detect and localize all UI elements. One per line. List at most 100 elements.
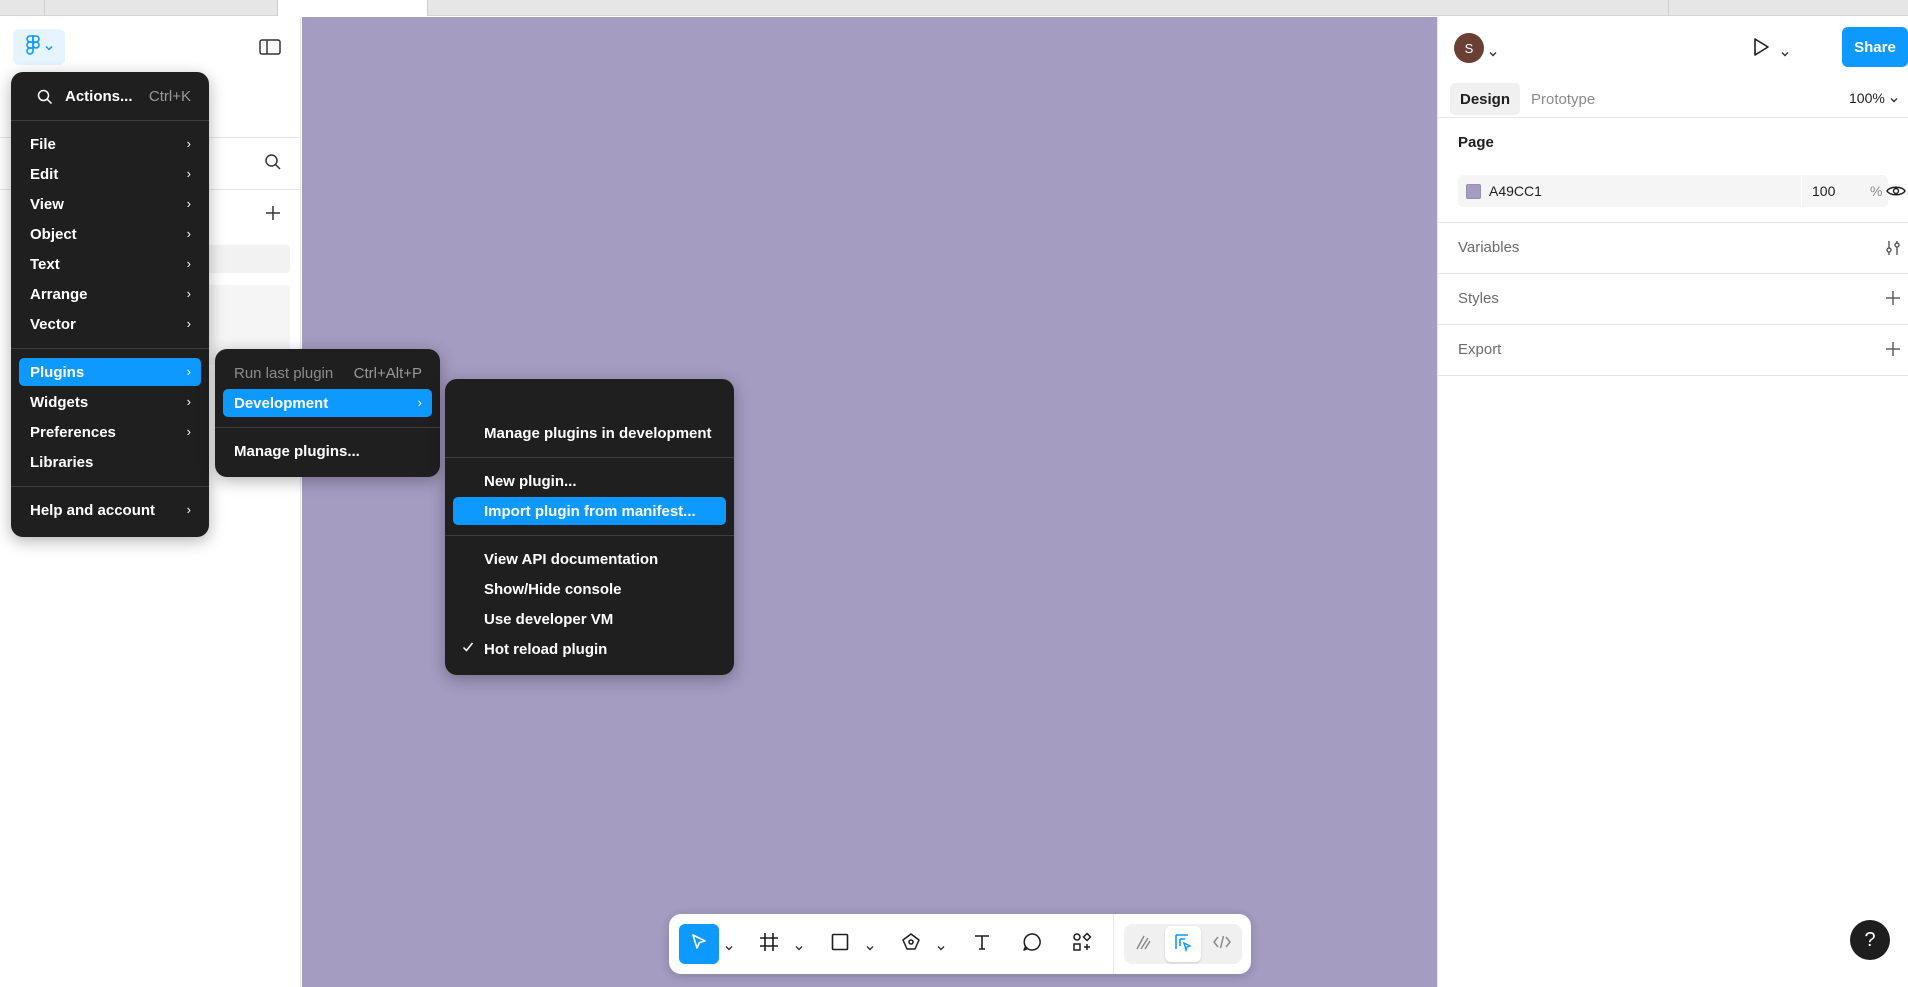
- menu-separator: [11, 486, 209, 487]
- menu-item-label: Preferences: [30, 423, 116, 441]
- tab-prototype[interactable]: Prototype: [1521, 83, 1605, 115]
- menu-item-label: Import plugin from manifest...: [484, 502, 696, 520]
- properties-panel: S Share Design Prototype 100% Page A49CC…: [1437, 17, 1908, 987]
- menu-item-run-last-plugin[interactable]: Run last plugin Ctrl+Alt+P: [223, 359, 432, 387]
- tab-divider: [1668, 0, 1669, 16]
- actions-search-item[interactable]: Actions... Ctrl+K: [19, 82, 201, 112]
- chevron-down-icon[interactable]: [1489, 44, 1497, 62]
- divider: [1438, 273, 1908, 274]
- menu-item-label: Hot reload plugin: [484, 640, 608, 658]
- search-icon[interactable]: [264, 153, 282, 176]
- menu-item-hot-reload[interactable]: Hot reload plugin: [453, 635, 726, 663]
- menu-item-label: Manage plugins...: [234, 442, 360, 460]
- comment-tool-button[interactable]: [1012, 924, 1052, 964]
- share-button[interactable]: Share: [1842, 27, 1908, 67]
- menu-item-widgets[interactable]: Widgets ›: [19, 388, 201, 416]
- fill-opacity-value[interactable]: 100: [1812, 183, 1835, 199]
- menu-item-manage-in-development[interactable]: Manage plugins in development: [453, 419, 726, 447]
- menu-item-label: Vector: [30, 315, 76, 333]
- draw-mode-button[interactable]: [1126, 926, 1162, 962]
- main-menu-button[interactable]: [13, 29, 65, 65]
- chevron-down-icon[interactable]: [1781, 44, 1789, 62]
- menu-item-development[interactable]: Development ›: [223, 389, 432, 417]
- shape-tool-button[interactable]: [820, 924, 860, 964]
- plugins-submenu: Run last plugin Ctrl+Alt+P Development › M…: [215, 349, 440, 477]
- chevron-down-icon: [1890, 90, 1898, 106]
- menu-item-preferences[interactable]: Preferences ›: [19, 418, 201, 446]
- page-section-title: Page: [1458, 134, 1494, 151]
- chevron-right-icon: ›: [186, 316, 191, 331]
- page-fill-row[interactable]: A49CC1 100 %: [1458, 175, 1888, 207]
- menu-item-toggle-console[interactable]: Show/Hide console: [453, 575, 726, 603]
- chevron-right-icon: ›: [417, 395, 422, 410]
- chevron-down-icon: [45, 38, 53, 56]
- add-page-icon[interactable]: [265, 205, 281, 226]
- variables-settings-icon[interactable]: [1885, 239, 1901, 262]
- menu-item-object[interactable]: Object ›: [19, 220, 201, 248]
- actions-tool-button[interactable]: [1062, 924, 1102, 964]
- avatar[interactable]: S: [1454, 33, 1484, 63]
- move-tool-button[interactable]: [679, 924, 719, 964]
- rectangle-icon: [830, 932, 850, 957]
- menu-item-text[interactable]: Text ›: [19, 250, 201, 278]
- pen-nib-icon: [900, 931, 922, 958]
- chevron-right-icon: ›: [186, 424, 191, 439]
- chevron-right-icon: ›: [186, 502, 191, 517]
- chevron-right-icon: ›: [186, 256, 191, 271]
- chevron-down-icon[interactable]: [866, 938, 874, 956]
- page-list-item[interactable]: [200, 245, 290, 273]
- menu-separator: [445, 535, 734, 536]
- menu-item-manage-plugins[interactable]: Manage plugins...: [223, 437, 432, 465]
- tab-design[interactable]: Design: [1450, 83, 1521, 115]
- menu-item-label: New plugin...: [484, 472, 577, 490]
- figma-logo-icon: [25, 34, 40, 60]
- chevron-down-icon[interactable]: [725, 938, 733, 956]
- chevron-right-icon: ›: [186, 196, 191, 211]
- text-tool-button[interactable]: [962, 924, 1002, 964]
- divider: [1438, 324, 1908, 325]
- help-button[interactable]: ?: [1850, 920, 1890, 960]
- dev-mode-button[interactable]: [1204, 926, 1240, 962]
- menu-separator: [445, 457, 734, 458]
- menu-item-help-and-account[interactable]: Help and account ›: [19, 496, 201, 524]
- divider: [1438, 375, 1908, 376]
- menu-item-file[interactable]: File ›: [19, 130, 201, 158]
- menu-item-plugins[interactable]: Plugins ›: [19, 358, 201, 386]
- menu-item-vector[interactable]: Vector ›: [19, 310, 201, 338]
- menu-item-label: Help and account: [30, 501, 156, 519]
- tab-file[interactable]: [45, 0, 278, 16]
- menu-item-new-plugin[interactable]: New plugin...: [453, 467, 726, 495]
- menu-item-import-from-manifest[interactable]: Import plugin from manifest...: [453, 497, 726, 525]
- add-export-icon[interactable]: [1885, 341, 1901, 362]
- chevron-right-icon: ›: [186, 394, 191, 409]
- menu-item-view-api-docs[interactable]: View API documentation: [453, 545, 726, 573]
- menu-item-label: Text: [30, 255, 60, 273]
- menu-item-view[interactable]: View ›: [19, 190, 201, 218]
- main-menu: Actions... Ctrl+K File › Edit › View › Obje…: [11, 72, 209, 537]
- menu-item-label: View API documentation: [484, 550, 659, 568]
- styles-section-title: Styles: [1458, 290, 1499, 307]
- chevron-down-icon[interactable]: [795, 938, 803, 956]
- sidebar-toggle-icon[interactable]: [258, 37, 284, 57]
- menu-item-libraries[interactable]: Libraries: [19, 448, 201, 476]
- pen-tool-button[interactable]: [891, 924, 931, 964]
- menu-item-edit[interactable]: Edit ›: [19, 160, 201, 188]
- menu-item-developer-vm[interactable]: Use developer VM: [453, 605, 726, 633]
- browser-tab-strip: [0, 0, 1908, 16]
- frame-tool-button[interactable]: [749, 924, 789, 964]
- menu-separator: [11, 348, 209, 349]
- chevron-down-icon[interactable]: [937, 938, 945, 956]
- divider: [1438, 222, 1908, 223]
- color-swatch[interactable]: [1466, 184, 1481, 199]
- add-style-icon[interactable]: [1885, 290, 1901, 311]
- zoom-dropdown[interactable]: 100%: [1849, 90, 1898, 106]
- present-play-icon[interactable]: [1751, 36, 1771, 63]
- tab-home[interactable]: [0, 0, 45, 16]
- fill-hex-value[interactable]: A49CC1: [1489, 183, 1542, 199]
- menu-item-arrange[interactable]: Arrange ›: [19, 280, 201, 308]
- divider: [1801, 175, 1802, 207]
- design-mode-button[interactable]: [1165, 926, 1201, 962]
- tab-current-file[interactable]: [278, 0, 428, 16]
- code-brackets-icon: [1212, 932, 1232, 957]
- eye-icon[interactable]: [1886, 184, 1906, 203]
